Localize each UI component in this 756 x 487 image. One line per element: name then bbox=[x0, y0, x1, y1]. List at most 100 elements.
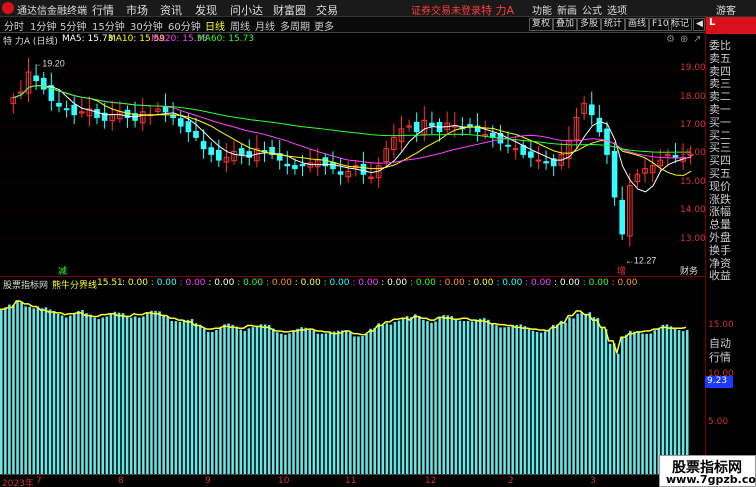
menu-trade[interactable]: 交易 bbox=[316, 2, 338, 18]
multi-stock-button[interactable]: 多股 bbox=[577, 18, 602, 31]
indicator-chart[interactable] bbox=[0, 289, 705, 474]
indicator-series-value: : 0.00 bbox=[352, 278, 382, 288]
indicator-bar bbox=[438, 316, 441, 474]
candle-body bbox=[177, 118, 184, 127]
indicator-bar bbox=[349, 332, 352, 474]
indicator-bar bbox=[324, 333, 328, 474]
menu-formula[interactable]: 公式 bbox=[582, 2, 602, 17]
indicator-bar bbox=[430, 322, 433, 474]
indicator-bar bbox=[418, 316, 421, 474]
period-1min[interactable]: 1分钟 bbox=[30, 18, 56, 33]
expand-icon[interactable]: ↗ bbox=[693, 34, 701, 45]
watermark-url: www.7gpzb.com bbox=[666, 473, 756, 486]
trade-login-alert[interactable]: 证券交易未登录 bbox=[411, 2, 481, 17]
price-axis-label: 14.00 bbox=[680, 205, 706, 216]
indicator-bar bbox=[69, 315, 72, 474]
indicator-bar bbox=[77, 310, 80, 474]
indicator-bar bbox=[584, 313, 588, 474]
period-weekly[interactable]: 周线 bbox=[230, 18, 250, 33]
menu-quotes[interactable]: 行情 bbox=[92, 2, 114, 18]
finance-tag: 财务 bbox=[680, 265, 698, 276]
period-multi[interactable]: 多周期 bbox=[280, 18, 310, 33]
menu-discover[interactable]: 发现 bbox=[195, 2, 217, 18]
indicator-bar bbox=[519, 324, 523, 474]
date-axis-label: 3 bbox=[590, 476, 596, 486]
app-logo-icon bbox=[2, 2, 14, 14]
candle-body bbox=[429, 122, 435, 127]
indicator-bar bbox=[247, 328, 251, 474]
draw-line-button[interactable]: 画线 bbox=[625, 18, 650, 31]
settings-gear-icon[interactable]: ⚙ bbox=[666, 34, 675, 45]
period-monthly[interactable]: 月线 bbox=[255, 18, 275, 33]
indicator-bar bbox=[483, 318, 486, 474]
candle-body bbox=[528, 151, 534, 158]
candlestick-chart[interactable]: ←19.20 ←12.27 减 增 财务 bbox=[0, 47, 705, 276]
indicator-bar bbox=[487, 319, 490, 474]
period-daily[interactable]: 日线 bbox=[205, 18, 225, 33]
period-30min[interactable]: 30分钟 bbox=[130, 18, 163, 33]
indicator-bar bbox=[381, 325, 385, 474]
period-60min[interactable]: 60分钟 bbox=[168, 18, 201, 33]
indicator-bar bbox=[276, 332, 279, 474]
indicator-bar bbox=[657, 328, 661, 474]
indicator-bar bbox=[207, 331, 210, 474]
indicator-series-value: : 0.00 bbox=[237, 278, 266, 288]
indicator-bar bbox=[454, 318, 458, 474]
menu-new-draw[interactable]: 新画 bbox=[557, 2, 577, 17]
guest-label[interactable]: 游客 bbox=[716, 2, 736, 17]
menu-functions[interactable]: 功能 bbox=[532, 2, 552, 17]
menu-market[interactable]: 市场 bbox=[126, 2, 148, 18]
indicator-bar bbox=[101, 317, 105, 474]
indicator-bar bbox=[511, 324, 514, 474]
period-intraday[interactable]: 分时 bbox=[4, 18, 24, 33]
indicator-bar bbox=[174, 321, 178, 474]
indicator-bar bbox=[665, 324, 669, 474]
indicator-bar bbox=[48, 309, 52, 474]
panel-mode-label[interactable]: 行情 bbox=[709, 349, 731, 365]
indicator-bar bbox=[470, 321, 474, 474]
candle-body bbox=[672, 154, 679, 158]
mark-button[interactable]: 标记 bbox=[668, 18, 693, 31]
adjust-button[interactable]: 复权 bbox=[529, 18, 554, 31]
statistics-button[interactable]: 统计 bbox=[601, 18, 626, 31]
candle-body bbox=[208, 147, 214, 155]
indicator-bar bbox=[685, 329, 689, 474]
period-more[interactable]: 更多 bbox=[314, 18, 334, 33]
indicator-bar bbox=[365, 334, 368, 474]
indicator-series-value: : 0.00 bbox=[208, 278, 238, 288]
nav-prev-icon[interactable]: ◀ bbox=[693, 18, 705, 31]
indicator-bar bbox=[373, 328, 376, 474]
indicator-bar bbox=[503, 327, 506, 474]
indicator-bar bbox=[442, 315, 445, 474]
period-15min[interactable]: 15分钟 bbox=[92, 18, 125, 33]
indicator-bar bbox=[32, 308, 36, 474]
indicator-bar bbox=[158, 311, 161, 474]
candle-body bbox=[162, 106, 169, 113]
indicator-bar bbox=[608, 343, 612, 474]
indicator-bar bbox=[527, 327, 531, 474]
ma10-line bbox=[13, 85, 692, 176]
overlay-button[interactable]: 叠加 bbox=[553, 18, 578, 31]
stock-title: 特 力A bbox=[481, 4, 515, 17]
indicator-bar bbox=[121, 313, 125, 474]
indicator-bar bbox=[637, 331, 640, 474]
menu-ask[interactable]: 问小达 bbox=[230, 2, 263, 18]
indicator-bar bbox=[572, 318, 575, 474]
indicator-bar bbox=[446, 315, 450, 474]
indicator-bar bbox=[227, 323, 230, 474]
indicator-series-value: : 0.00 bbox=[611, 278, 638, 288]
indicator-bar bbox=[178, 321, 182, 474]
menu-news[interactable]: 资讯 bbox=[160, 2, 182, 18]
indicator-bar bbox=[73, 313, 76, 474]
indicator-bar bbox=[219, 327, 222, 474]
menu-wealth[interactable]: 财富圈 bbox=[273, 2, 306, 18]
menu-options[interactable]: 选项 bbox=[607, 2, 627, 17]
candle-body bbox=[71, 104, 77, 116]
indicator-bar bbox=[592, 317, 596, 474]
indicator-bar bbox=[280, 333, 283, 474]
period-5min[interactable]: 5分钟 bbox=[60, 18, 86, 33]
zoom-in-icon[interactable]: ⊕ bbox=[680, 34, 688, 45]
indicator-bar bbox=[251, 327, 255, 474]
date-axis-label: 9 bbox=[205, 476, 211, 486]
indicator-bar bbox=[531, 330, 535, 474]
